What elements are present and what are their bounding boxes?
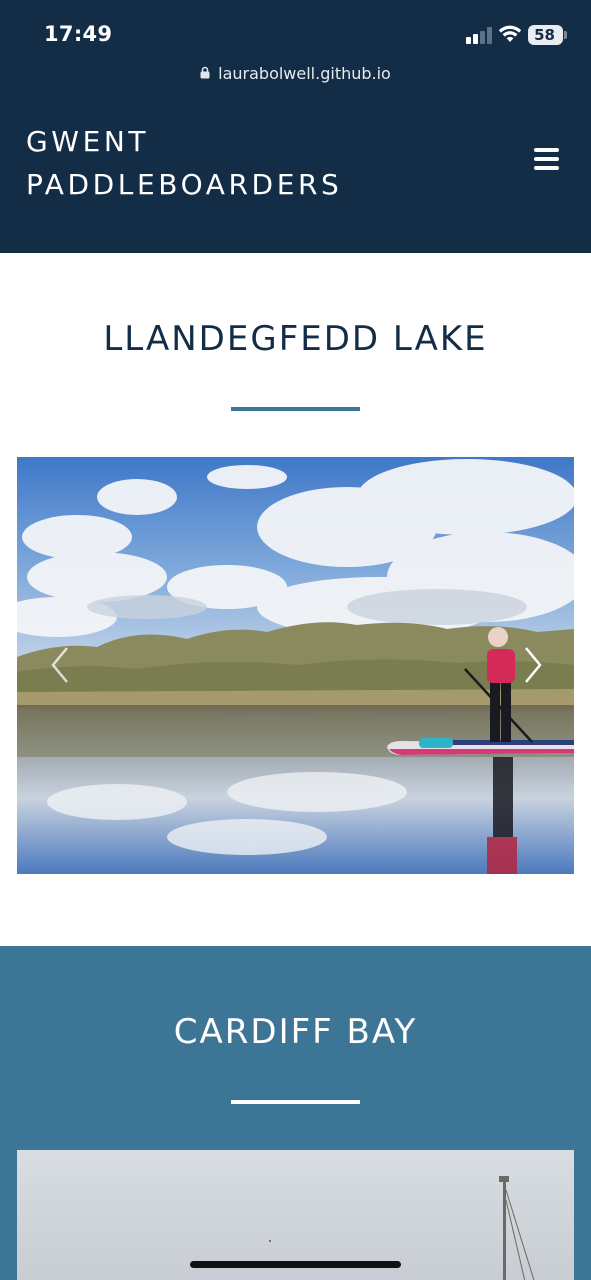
chevron-right-icon[interactable] xyxy=(520,645,546,685)
page: 17:49 58 laurabolwell.github.io GWENT PA… xyxy=(0,0,591,1280)
home-indicator[interactable] xyxy=(190,1261,401,1268)
address-bar[interactable]: laurabolwell.github.io xyxy=(0,60,591,86)
hamburger-menu-icon[interactable] xyxy=(533,146,561,172)
battery-level: 58 xyxy=(534,26,555,44)
battery-cap xyxy=(564,31,567,39)
brand-link[interactable]: GWENT PADDLEBOARDERS xyxy=(26,120,342,206)
section-title: LLANDEGFEDD LAKE xyxy=(103,319,488,359)
brand-line-1: GWENT xyxy=(26,125,150,158)
wifi-icon xyxy=(498,25,522,42)
section-llandegfedd: LLANDEGFEDD LAKE xyxy=(0,253,591,946)
section-divider xyxy=(231,407,360,411)
section-cardiff-bay: CARDIFF BAY xyxy=(0,946,591,1280)
battery-icon: 58 xyxy=(528,25,563,45)
lock-icon xyxy=(200,66,210,78)
carousel-photo xyxy=(17,457,574,874)
url-text: laurabolwell.github.io xyxy=(218,63,391,83)
chevron-left-icon[interactable] xyxy=(47,645,73,685)
navbar: GWENT PADDLEBOARDERS xyxy=(0,86,591,253)
signal-icon xyxy=(466,27,492,44)
image-carousel[interactable] xyxy=(17,457,574,874)
section-divider xyxy=(231,1100,360,1104)
status-time: 17:49 xyxy=(44,22,113,46)
brand-line-2: PADDLEBOARDERS xyxy=(26,168,343,201)
section-title: CARDIFF BAY xyxy=(173,1012,418,1052)
status-bar: 17:49 58 xyxy=(0,0,591,60)
